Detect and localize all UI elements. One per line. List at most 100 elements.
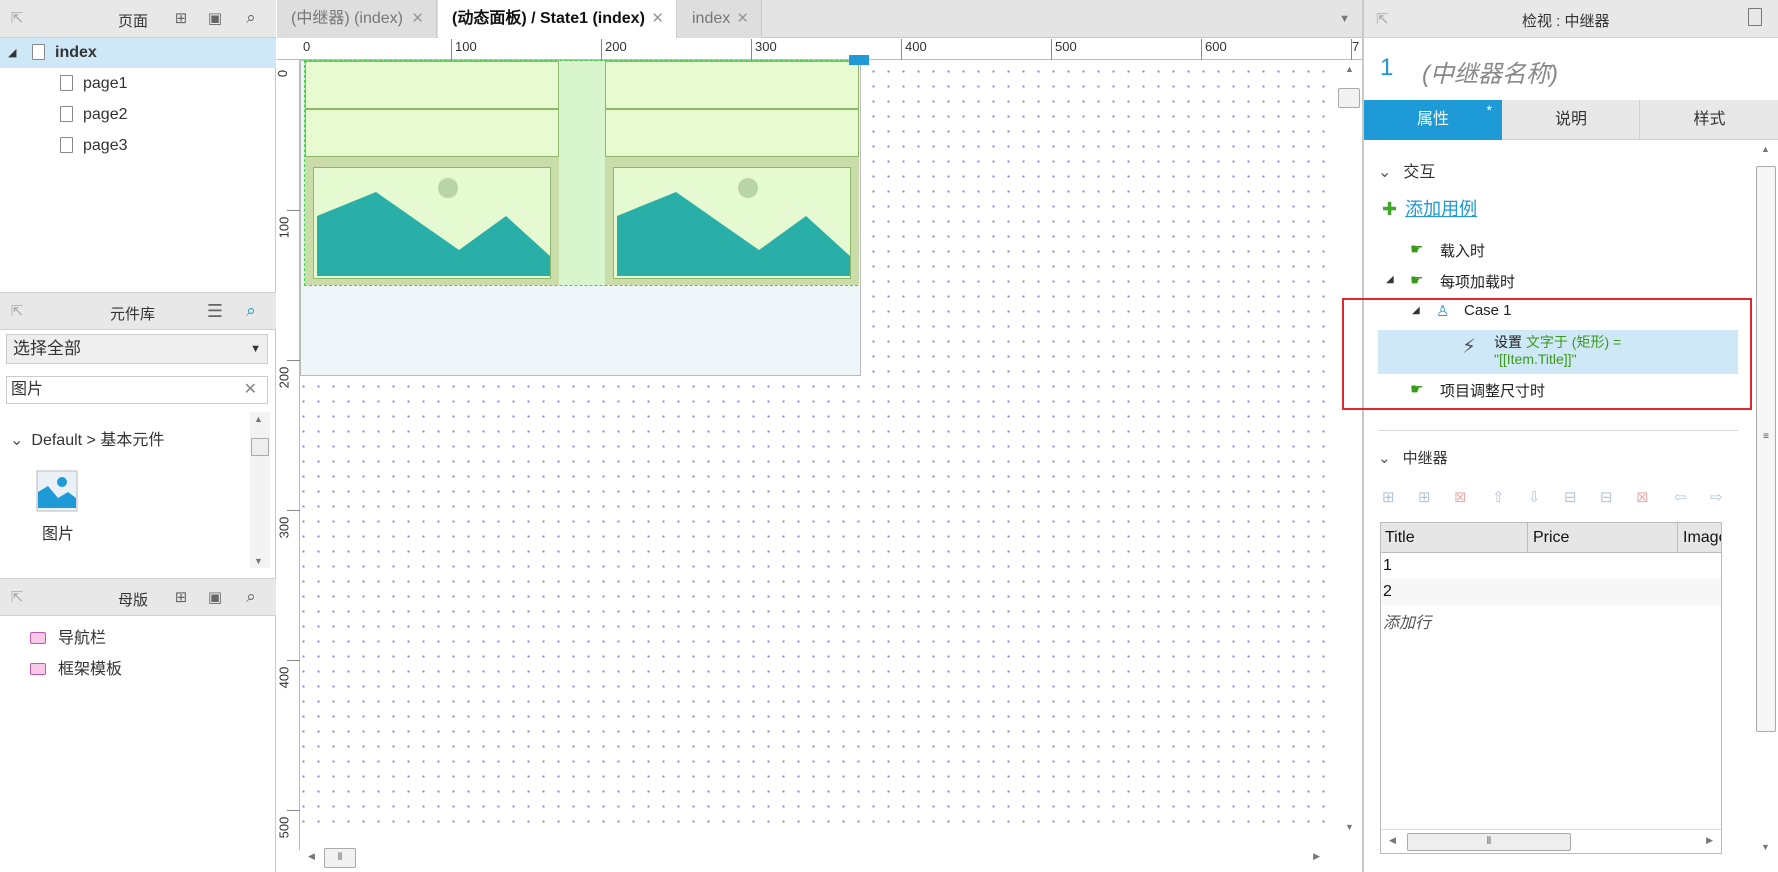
tab-notes[interactable]: 说明 — [1503, 100, 1640, 140]
chevron-down-icon: ⌄ — [1378, 450, 1391, 467]
image-placeholder[interactable] — [313, 167, 551, 279]
canvas-vertical-scrollbar[interactable]: ▲ ▼ — [1336, 60, 1362, 850]
event-on-item-resize[interactable]: ☛ 项目调整尺寸时 — [1410, 380, 1710, 402]
inspector-vertical-scrollbar[interactable]: ▲ ≡ ▼ — [1754, 140, 1778, 872]
table-row[interactable]: 2 — [1381, 579, 1721, 605]
repeater-item[interactable] — [605, 61, 859, 285]
dataset-toolbar: ⊞ ⊞ ⊠ ⇧ ⇩ ⊟ ⊟ ⊠ ⇦ ⇨ — [1382, 484, 1752, 514]
add-folder-icon[interactable]: ▣ — [206, 10, 224, 28]
tab-dynamic-panel[interactable]: (动态面板) / State1 (index) ✕ — [438, 0, 677, 38]
delete-column-icon[interactable]: ⊠ — [1636, 488, 1649, 506]
collapse-arrow-icon[interactable]: ⇱ — [8, 303, 26, 321]
event-on-load[interactable]: ☛ 载入时 — [1410, 240, 1710, 262]
ruler-label: 600 — [1205, 39, 1227, 54]
search-icon[interactable]: ⌕ — [242, 9, 260, 27]
resize-handle[interactable] — [849, 55, 869, 65]
tab-dropdown-icon[interactable]: ▼ — [1339, 13, 1350, 25]
image-placeholder[interactable] — [613, 167, 851, 279]
table-horizontal-scrollbar[interactable]: ◀ ⫴ ▶ — [1381, 829, 1721, 853]
close-icon[interactable]: ✕ — [411, 0, 424, 38]
delete-row-icon[interactable]: ⊠ — [1454, 488, 1467, 506]
scroll-thumb[interactable]: ≡ — [1756, 166, 1776, 732]
collapse-arrow-icon[interactable]: ⇱ — [8, 10, 26, 28]
expand-triangle-icon[interactable]: ◢ — [8, 38, 16, 68]
move-left-icon[interactable]: ⇦ — [1674, 488, 1687, 506]
close-icon[interactable]: ✕ — [736, 0, 749, 38]
search-icon[interactable]: ⌕ — [242, 588, 260, 606]
table-cell[interactable]: 1 — [1383, 557, 1392, 575]
ruler-label: 200 — [605, 39, 627, 54]
add-master-icon[interactable]: ⊞ — [172, 589, 190, 607]
tab-label: 样式 — [1693, 111, 1726, 128]
event-label: 每项加载时 — [1440, 274, 1516, 291]
library-group-header[interactable]: ⌄ Default > 基本元件 — [10, 426, 164, 450]
action-item[interactable]: ⚡ 设置 文字于 (矩形) = "[[Item.Title]]" — [1378, 330, 1738, 374]
column-header[interactable]: Title — [1385, 529, 1415, 547]
page-tree-item[interactable]: page1 — [60, 75, 128, 93]
ruler-label: 0 — [275, 69, 291, 78]
widget-image[interactable]: 图片 — [36, 470, 80, 546]
expand-triangle-icon: ◢ — [1412, 305, 1420, 316]
case-item[interactable]: ◢ ♙ Case 1 — [1412, 302, 1712, 324]
title-rectangle[interactable] — [605, 61, 859, 109]
add-case-link[interactable]: ✚ 添加用例 — [1382, 195, 1477, 221]
interactions-section-header[interactable]: ⌄ 交互 — [1378, 158, 1435, 182]
library-scrollbar[interactable]: ▲ ▼ — [250, 412, 270, 568]
page-tree-item[interactable]: page2 — [60, 106, 128, 124]
scroll-thumb[interactable]: ⫴ — [324, 848, 356, 868]
image-placeholder-icon — [617, 178, 850, 276]
repeater-widget[interactable] — [304, 55, 869, 286]
page-icon — [60, 106, 73, 122]
column-header[interactable]: Image — [1683, 529, 1721, 547]
append-column-icon[interactable]: ⊟ — [1600, 488, 1613, 506]
tab-label: index — [692, 10, 731, 27]
move-down-icon[interactable]: ⇩ — [1528, 488, 1541, 506]
library-select[interactable]: 选择全部 ▼ — [6, 334, 268, 364]
move-right-icon[interactable]: ⇨ — [1710, 488, 1723, 506]
canvas-horizontal-scrollbar[interactable]: ◀ ⫴ ▶ — [300, 846, 1336, 870]
library-search-input[interactable]: 图片 ✕ — [6, 376, 268, 404]
event-on-item-load[interactable]: ◢ ☛ 每项加载时 — [1386, 271, 1716, 293]
add-page-icon[interactable]: ⊞ — [172, 10, 190, 28]
tab-index[interactable]: index ✕ — [678, 0, 762, 38]
append-row-icon[interactable]: ⊞ — [1418, 488, 1431, 506]
master-item[interactable]: 框架模板 — [30, 655, 122, 679]
insert-column-icon[interactable]: ⊟ — [1564, 488, 1577, 506]
page-tree-item[interactable]: page3 — [60, 137, 128, 155]
table-cell[interactable]: 2 — [1383, 583, 1392, 601]
notes-icon[interactable] — [1748, 8, 1762, 26]
page-icon — [60, 75, 73, 91]
ruler-label: 400 — [276, 666, 292, 689]
ruler-label: 400 — [905, 39, 927, 54]
add-folder-icon[interactable]: ▣ — [206, 589, 224, 607]
tab-properties[interactable]: 属性 * — [1364, 100, 1502, 140]
action-detail-value: "[[Item.Title]]" — [1494, 351, 1577, 367]
column-header[interactable]: Price — [1533, 529, 1569, 547]
menu-icon[interactable]: ☰ — [206, 302, 224, 320]
collapse-arrow-icon[interactable]: ⇱ — [1376, 10, 1389, 28]
add-row-link[interactable]: 添加行 — [1383, 609, 1431, 633]
close-icon[interactable]: ✕ — [651, 0, 664, 38]
master-item[interactable]: 导航栏 — [30, 624, 106, 648]
repeater-section-header[interactable]: ⌄ 中继器 — [1378, 447, 1448, 468]
pages-panel-header: ⇱ 页面 ⊞ ▣ ⌕ — [0, 0, 276, 38]
event-cursor-icon: ☛ — [1410, 272, 1424, 289]
clear-icon[interactable]: ✕ — [244, 377, 257, 403]
repeater-item[interactable] — [305, 61, 559, 285]
scroll-thumb[interactable]: ⫴ — [1407, 833, 1571, 851]
insert-row-icon[interactable]: ⊞ — [1382, 488, 1395, 506]
table-row[interactable]: 1 — [1381, 553, 1721, 579]
tab-style[interactable]: 样式 — [1641, 100, 1778, 140]
inspector-header: ⇱ 检视 : 中继器 — [1364, 0, 1778, 38]
price-rectangle[interactable] — [305, 109, 559, 157]
title-rectangle[interactable] — [305, 61, 559, 109]
page-tree-root[interactable]: ◢ index — [0, 38, 276, 68]
widget-name-input[interactable]: (中继器名称) — [1422, 54, 1558, 89]
tab-repeater[interactable]: (中继器) (index) ✕ — [277, 0, 437, 38]
price-rectangle[interactable] — [605, 109, 859, 157]
chevron-down-icon: ⌄ — [1378, 164, 1392, 181]
collapse-arrow-icon[interactable]: ⇱ — [8, 589, 26, 607]
search-icon[interactable]: ⌕ — [242, 302, 260, 320]
move-up-icon[interactable]: ⇧ — [1492, 488, 1505, 506]
scroll-thumb[interactable] — [1338, 88, 1360, 108]
